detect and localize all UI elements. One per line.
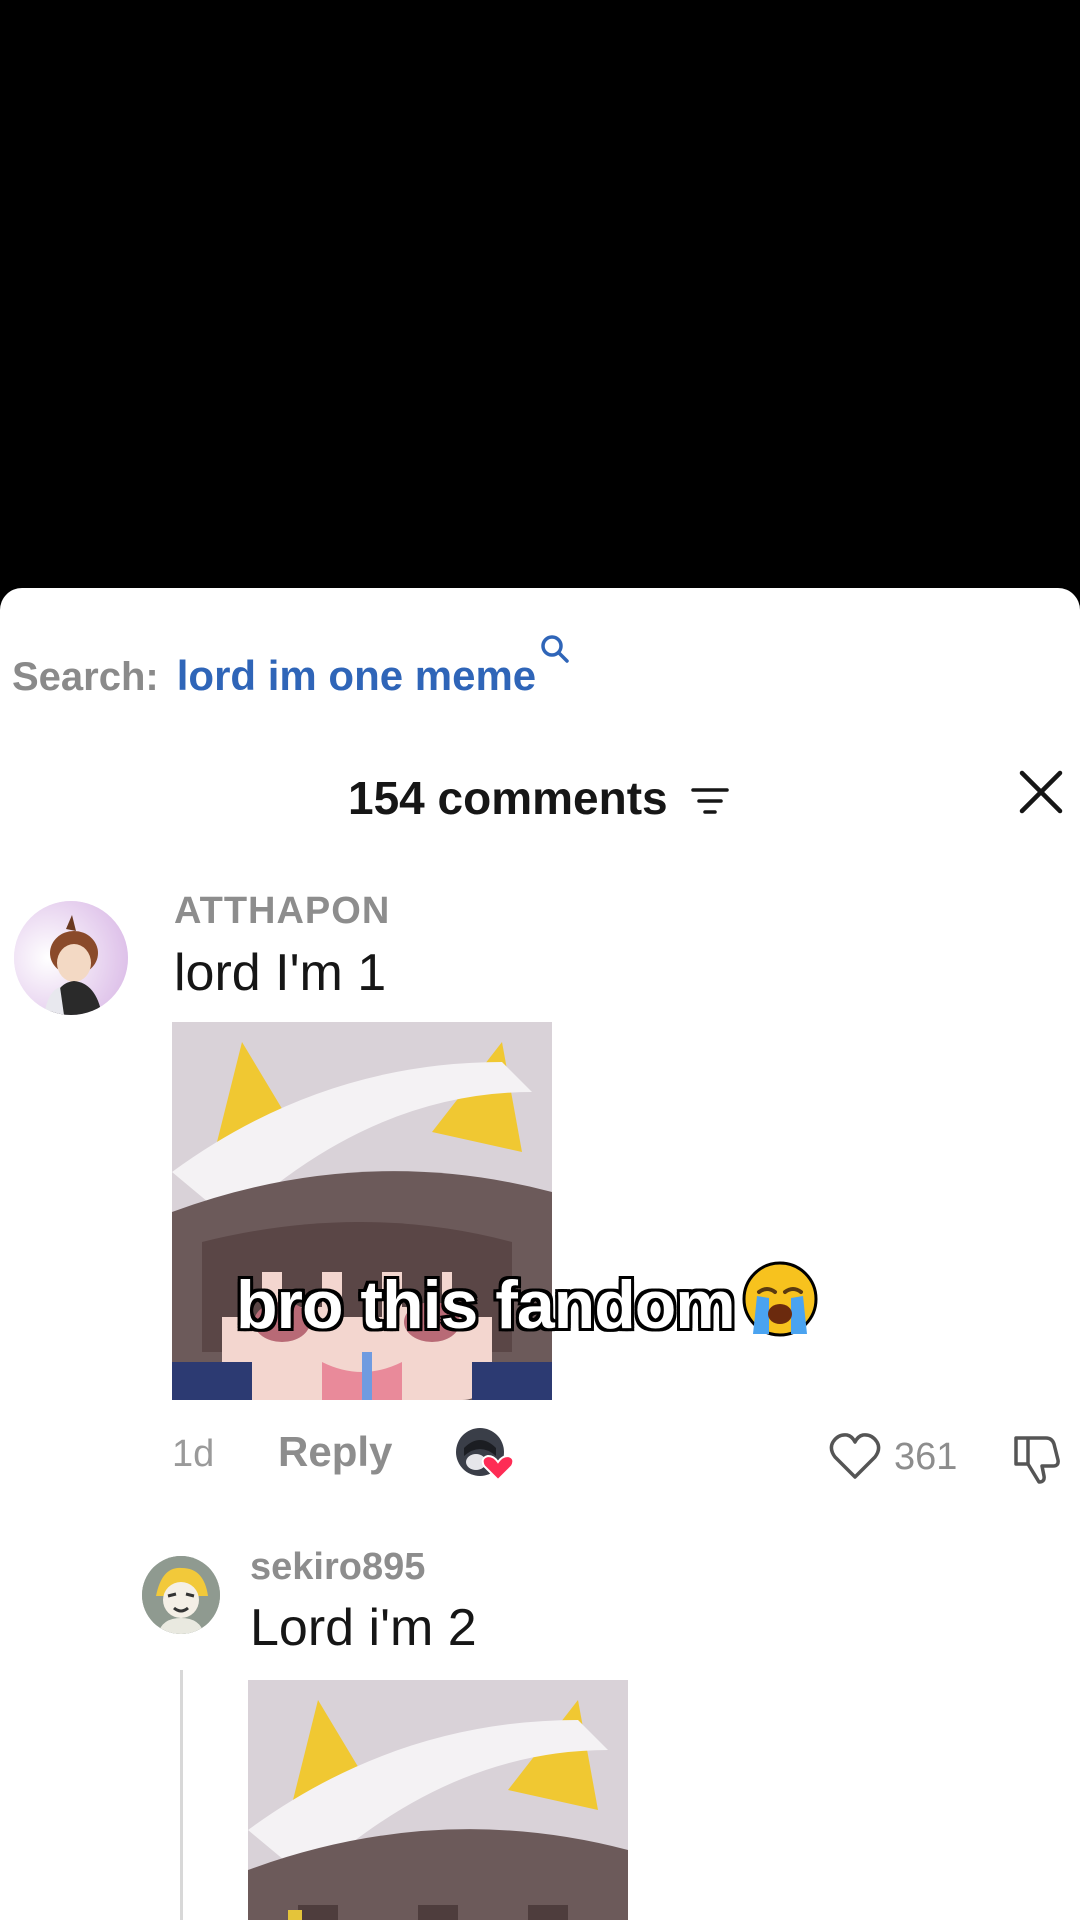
avatar[interactable] xyxy=(14,901,128,1015)
search-suggestion[interactable]: Search: lord im one meme xyxy=(12,635,572,700)
heart-icon[interactable] xyxy=(828,1431,882,1481)
video-caption: bro this fandom xyxy=(236,1258,821,1344)
reply-thread-line xyxy=(180,1670,183,1920)
comments-sheet: Search: lord im one meme 154 comments AT… xyxy=(0,588,1080,1920)
comments-header: 154 comments xyxy=(0,763,1080,833)
search-query-link[interactable]: lord im one meme xyxy=(177,652,536,700)
comment-image-art xyxy=(248,1680,628,1920)
creator-liked-icon xyxy=(456,1428,515,1482)
comment-timestamp: 1d xyxy=(172,1433,215,1475)
like-count: 361 xyxy=(894,1436,958,1478)
avatar-image xyxy=(14,901,128,1015)
comment-username[interactable]: sekiro895 xyxy=(250,1546,425,1589)
avatar[interactable] xyxy=(142,1556,220,1634)
video-player[interactable] xyxy=(0,0,1080,600)
loudly-crying-face-icon xyxy=(742,1261,818,1337)
dislike-icon[interactable] xyxy=(1010,1430,1066,1486)
close-icon[interactable] xyxy=(1012,763,1070,821)
comment-username[interactable]: ATTHAPON xyxy=(174,890,390,933)
comment-image[interactable] xyxy=(248,1680,628,1920)
comments-count: 154 comments xyxy=(348,772,668,824)
search-prefix: Search: xyxy=(12,655,159,699)
comment-text: lord I'm 1 xyxy=(174,944,387,1002)
comment-text: Lord i'm 2 xyxy=(250,1599,477,1657)
search-icon xyxy=(541,635,569,663)
avatar-image xyxy=(142,1556,220,1634)
caption-text: bro this fandom xyxy=(236,1267,736,1343)
sort-filter-icon[interactable] xyxy=(690,783,730,819)
reply-button[interactable]: Reply xyxy=(278,1428,392,1476)
